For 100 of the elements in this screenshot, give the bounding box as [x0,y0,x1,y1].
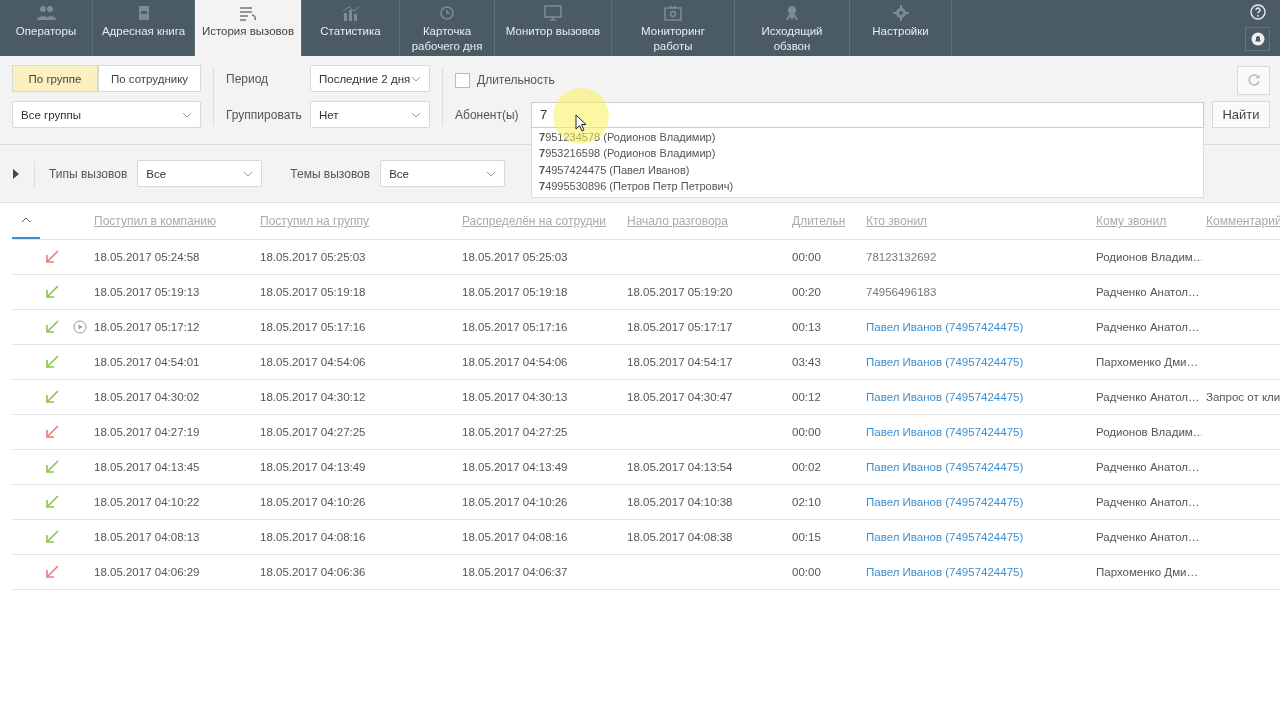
table-cell: Радченко Анатол… [1096,321,1200,333]
table-cell: 18.05.2017 05:17:16 [260,321,366,333]
mode-toggle-button[interactable]: По сотруднику [98,65,201,92]
table-cell: 03:43 [792,356,821,368]
table-cell: 18.05.2017 05:25:03 [260,251,366,263]
table-cell: 18.05.2017 05:25:03 [462,251,568,263]
table-cell: 00:12 [792,391,821,403]
caller-link[interactable]: Павел Иванов (74957424475) [866,356,1024,368]
table-cell: Радченко Анатол… [1096,496,1200,508]
table-cell: 18.05.2017 04:13:49 [462,461,568,473]
subscriber-label: Абонент(ы) [455,107,520,122]
suggestion-item[interactable]: 7953216598 (Родионов Владимир) [532,145,1203,162]
suggestion-item[interactable]: 7951234578 (Родионов Владимир) [532,128,1203,145]
table-cell: 18.05.2017 04:10:38 [627,496,733,508]
find-button[interactable]: Найти [1212,101,1270,128]
table-cell: 02:10 [792,496,821,508]
chevron-icon [411,111,421,118]
suggestion-item[interactable]: 74995530896 (Петров Петр Петрович) [532,178,1203,195]
monitor-icon [542,5,564,21]
table-cell: Радченко Анатол… [1096,531,1200,543]
chevron-icon [182,111,192,118]
table-cell: 18.05.2017 04:30:13 [462,391,568,403]
table-cell: 00:00 [792,566,821,578]
group-select[interactable]: Все группы [12,101,201,128]
nav-tab[interactable]: История вызовов [195,0,302,56]
refresh-button[interactable] [1237,65,1270,95]
table-cell: Родионов Владим… [1096,426,1202,438]
list-icon [237,5,259,21]
table-cell: 18.05.2017 04:27:19 [94,426,200,438]
people-icon [35,5,57,21]
table-cell: 18.05.2017 04:30:12 [260,391,366,403]
table-cell: 78123132692 [866,251,937,263]
table-cell: 00:00 [792,426,821,438]
call-types-label: Типы вызовов [49,166,128,181]
refresh-icon [1246,73,1261,87]
table-cell: 18.05.2017 05:17:12 [94,321,200,333]
table-cell: 00:15 [792,531,821,543]
grouping-label: Группировать [226,107,302,122]
table-cell: 18.05.2017 04:54:17 [627,356,733,368]
table-cell: 18.05.2017 05:24:58 [94,251,200,263]
table-cell: 18.05.2017 04:06:29 [94,566,200,578]
table-cell: 00:20 [792,286,821,298]
caller-link[interactable]: Павел Иванов (74957424475) [866,461,1024,473]
screen-icon [662,5,684,21]
subscriber-input[interactable]: 7 [531,101,1204,128]
table-cell: 18.05.2017 04:13:54 [627,461,733,473]
chevron-icon [243,170,254,177]
table-cell: 18.05.2017 04:08:13 [94,531,200,543]
period-select[interactable]: Последние 2 дня [310,65,430,92]
table-cell: Родионов Владим… [1096,251,1202,263]
chevron-icon [486,170,497,177]
table-cell: 18.05.2017 05:19:20 [627,286,733,298]
table-cell: Радченко Анатол… [1096,286,1200,298]
table-cell: 00:02 [792,461,821,473]
table-cell: 18.05.2017 04:27:25 [260,426,366,438]
call-topics-select[interactable]: Все [380,160,506,187]
table-cell: 00:13 [792,321,821,333]
table-cell: 18.05.2017 04:08:16 [462,531,568,543]
play-icon[interactable] [73,320,87,334]
grouping-select[interactable]: Нет [310,101,430,128]
mode-toggle-button[interactable]: По группе [12,65,98,92]
table-cell: Пархоменко Дми… [1096,356,1198,368]
caller-link[interactable]: Павел Иванов (74957424475) [866,391,1024,403]
notifications-button[interactable] [1245,27,1270,51]
table-cell: Радченко Анатол… [1096,391,1200,403]
table-cell: 18.05.2017 04:54:01 [94,356,200,368]
expand-icon[interactable] [12,167,20,180]
caller-link[interactable]: Павел Иванов (74957424475) [866,321,1024,333]
table-cell: 00:00 [792,251,821,263]
call-topics-label: Темы вызовов [290,166,371,181]
help-icon[interactable] [1249,4,1266,20]
caller-link[interactable]: Павел Иванов (74957424475) [866,496,1024,508]
chevron-up-icon [21,217,31,223]
table-cell: 18.05.2017 05:17:17 [627,321,733,333]
table-cell: 18.05.2017 04:54:06 [462,356,568,368]
table-cell: 18.05.2017 04:13:49 [260,461,366,473]
table-cell: 18.05.2017 04:10:22 [94,496,200,508]
table-cell: 18.05.2017 04:27:25 [462,426,568,438]
table-cell: 18.05.2017 05:19:18 [462,286,568,298]
period-label: Период [226,71,269,86]
bell-icon [1250,32,1265,46]
caller-link[interactable]: Павел Иванов (74957424475) [866,531,1024,543]
table-cell: 18.05.2017 05:17:16 [462,321,568,333]
table-cell: 18.05.2017 04:08:38 [627,531,733,543]
call-types-select[interactable]: Все [137,160,263,187]
table-cell: 18.05.2017 04:13:45 [94,461,200,473]
caller-link[interactable]: Павел Иванов (74957424475) [866,566,1024,578]
table-cell: 18.05.2017 04:30:47 [627,391,733,403]
table-cell: Пархоменко Дми… [1096,566,1198,578]
table-cell: 18.05.2017 04:10:26 [260,496,366,508]
duration-checkbox[interactable] [455,72,470,88]
duration-label: Длительность [477,73,555,87]
suggestion-item[interactable]: 74957424475 (Павел Иванов) [532,161,1203,178]
table-cell: 18.05.2017 05:19:18 [260,286,366,298]
table-cell: Запрос от кли [1206,391,1280,403]
table-cell: 18.05.2017 05:19:13 [94,286,200,298]
caller-link[interactable]: Павел Иванов (74957424475) [866,426,1024,438]
table-cell: 18.05.2017 04:08:16 [260,531,366,543]
table-cell: 18.05.2017 04:06:37 [462,566,568,578]
table-cell: 18.05.2017 04:54:06 [260,356,366,368]
